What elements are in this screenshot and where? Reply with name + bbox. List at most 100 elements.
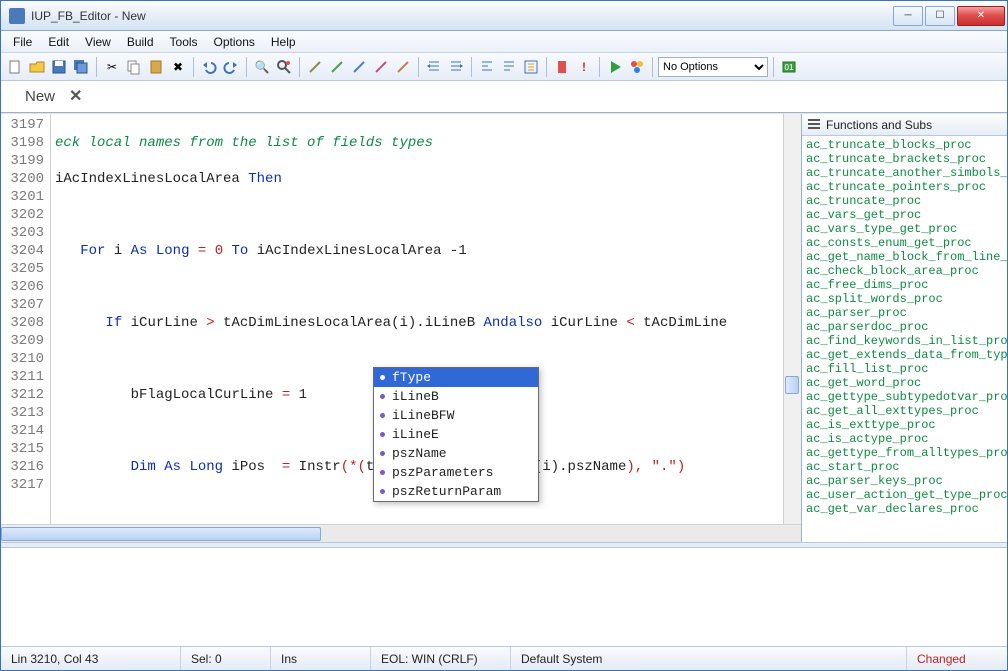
- bookmark-icon[interactable]: [552, 57, 572, 77]
- vertical-scrollbar[interactable]: [783, 114, 801, 524]
- function-item[interactable]: ac_truncate_blocks_proc: [806, 138, 1007, 152]
- format-b-icon[interactable]: [499, 57, 519, 77]
- build-options-select[interactable]: No Options: [658, 57, 768, 77]
- function-item[interactable]: ac_get_name_block_from_line_p: [806, 250, 1007, 264]
- maximize-button[interactable]: ☐: [925, 6, 955, 26]
- delete-icon[interactable]: ✖: [168, 57, 188, 77]
- function-item[interactable]: ac_truncate_brackets_proc: [806, 152, 1007, 166]
- menu-edit[interactable]: Edit: [40, 33, 77, 51]
- line-number: 3203: [1, 224, 44, 242]
- statusbar: Lin 3210, Col 43 Sel: 0 Ins EOL: WIN (CR…: [1, 646, 1007, 670]
- function-item[interactable]: ac_vars_get_proc: [806, 208, 1007, 222]
- redo-icon[interactable]: [221, 57, 241, 77]
- warning-icon[interactable]: !: [574, 57, 594, 77]
- side-panel-header: Functions and Subs: [802, 114, 1007, 136]
- tab-close-icon[interactable]: ✕: [69, 86, 82, 106]
- hscroll-thumb[interactable]: [1, 527, 321, 541]
- tool-e-icon[interactable]: [393, 57, 413, 77]
- line-number: 3200: [1, 170, 44, 188]
- function-item[interactable]: ac_parserdoc_proc: [806, 320, 1007, 334]
- line-number: 3202: [1, 206, 44, 224]
- line-gutter: 3197319831993200320132023203320432053206…: [1, 114, 51, 524]
- autocomplete-item[interactable]: iLineE: [374, 425, 538, 444]
- function-item[interactable]: ac_parser_keys_proc: [806, 474, 1007, 488]
- tool-d-icon[interactable]: [371, 57, 391, 77]
- find-replace-icon[interactable]: [274, 57, 294, 77]
- line-number: 3199: [1, 152, 44, 170]
- function-item[interactable]: ac_is_actype_proc: [806, 432, 1007, 446]
- function-item[interactable]: ac_get_word_proc: [806, 376, 1007, 390]
- line-number: 3206: [1, 278, 44, 296]
- autocomplete-item[interactable]: pszParameters: [374, 463, 538, 482]
- run-icon[interactable]: [605, 57, 625, 77]
- format-a-icon[interactable]: [477, 57, 497, 77]
- titlebar: IUP_FB_Editor - New ─ ☐ ✕: [1, 1, 1007, 31]
- output-pane[interactable]: [1, 548, 1007, 646]
- function-item[interactable]: ac_fill_list_proc: [806, 362, 1007, 376]
- tab-new[interactable]: New ✕: [7, 80, 100, 112]
- paste-icon[interactable]: [146, 57, 166, 77]
- menu-view[interactable]: View: [77, 33, 119, 51]
- function-item[interactable]: ac_split_words_proc: [806, 292, 1007, 306]
- function-item[interactable]: ac_get_var_declares_proc: [806, 502, 1007, 516]
- functions-list[interactable]: ac_truncate_blocks_procac_truncate_brack…: [802, 136, 1007, 542]
- autocomplete-popup[interactable]: fTypeiLineBiLineBFWiLineEpszNamepszParam…: [373, 367, 539, 502]
- list-icon: [806, 117, 822, 133]
- save-all-icon[interactable]: [71, 57, 91, 77]
- line-number: 3217: [1, 476, 44, 494]
- function-item[interactable]: ac_is_exttype_proc: [806, 418, 1007, 432]
- autocomplete-item[interactable]: fType: [374, 368, 538, 387]
- menu-build[interactable]: Build: [119, 33, 162, 51]
- minimize-button[interactable]: ─: [893, 6, 923, 26]
- autocomplete-item[interactable]: pszReturnParam: [374, 482, 538, 501]
- menu-options[interactable]: Options: [206, 33, 263, 51]
- horizontal-scrollbar[interactable]: [1, 524, 801, 542]
- menu-file[interactable]: File: [5, 33, 40, 51]
- format-c-icon[interactable]: [521, 57, 541, 77]
- function-item[interactable]: ac_find_keywords_in_list_pro: [806, 334, 1007, 348]
- function-item[interactable]: ac_user_action_get_type_proc: [806, 488, 1007, 502]
- save-icon[interactable]: [49, 57, 69, 77]
- open-icon[interactable]: [27, 57, 47, 77]
- function-item[interactable]: ac_vars_type_get_proc: [806, 222, 1007, 236]
- line-number: 3207: [1, 296, 44, 314]
- find-icon[interactable]: 🔍: [252, 57, 272, 77]
- status-eol: EOL: WIN (CRLF): [371, 647, 511, 670]
- autocomplete-item[interactable]: pszName: [374, 444, 538, 463]
- vscroll-thumb[interactable]: [785, 376, 799, 394]
- function-item[interactable]: ac_truncate_proc: [806, 194, 1007, 208]
- indent-right-icon[interactable]: [446, 57, 466, 77]
- line-number: 3215: [1, 440, 44, 458]
- undo-icon[interactable]: [199, 57, 219, 77]
- autocomplete-item[interactable]: iLineBFW: [374, 406, 538, 425]
- function-item[interactable]: ac_check_block_area_proc: [806, 264, 1007, 278]
- tool-b-icon[interactable]: [327, 57, 347, 77]
- new-file-icon[interactable]: [5, 57, 25, 77]
- app-icon: [9, 8, 25, 24]
- copy-icon[interactable]: [124, 57, 144, 77]
- window-title: IUP_FB_Editor - New: [31, 9, 891, 23]
- function-item[interactable]: ac_start_proc: [806, 460, 1007, 474]
- cut-icon[interactable]: ✂: [102, 57, 122, 77]
- function-item[interactable]: ac_get_all_exttypes_proc: [806, 404, 1007, 418]
- function-item[interactable]: ac_get_extends_data_from_typ: [806, 348, 1007, 362]
- autocomplete-item[interactable]: iLineB: [374, 387, 538, 406]
- tool-c-icon[interactable]: [349, 57, 369, 77]
- function-item[interactable]: ac_truncate_pointers_proc: [806, 180, 1007, 194]
- function-item[interactable]: ac_parser_proc: [806, 306, 1007, 320]
- config-icon[interactable]: 01: [779, 57, 799, 77]
- indent-left-icon[interactable]: [424, 57, 444, 77]
- editor-pane: 3197319831993200320132023203320432053206…: [1, 114, 801, 542]
- function-item[interactable]: ac_free_dims_proc: [806, 278, 1007, 292]
- menu-help[interactable]: Help: [263, 33, 304, 51]
- function-item[interactable]: ac_truncate_another_simbols_: [806, 166, 1007, 180]
- function-item[interactable]: ac_consts_enum_get_proc: [806, 236, 1007, 250]
- build-icon[interactable]: [627, 57, 647, 77]
- tab-label: New: [25, 88, 55, 105]
- function-item[interactable]: ac_gettype_subtypedotvar_pro: [806, 390, 1007, 404]
- svg-text:01: 01: [785, 63, 794, 72]
- tool-a-icon[interactable]: [305, 57, 325, 77]
- menu-tools[interactable]: Tools: [162, 33, 206, 51]
- function-item[interactable]: ac_gettype_from_alltypes_pro: [806, 446, 1007, 460]
- close-button[interactable]: ✕: [957, 6, 1005, 26]
